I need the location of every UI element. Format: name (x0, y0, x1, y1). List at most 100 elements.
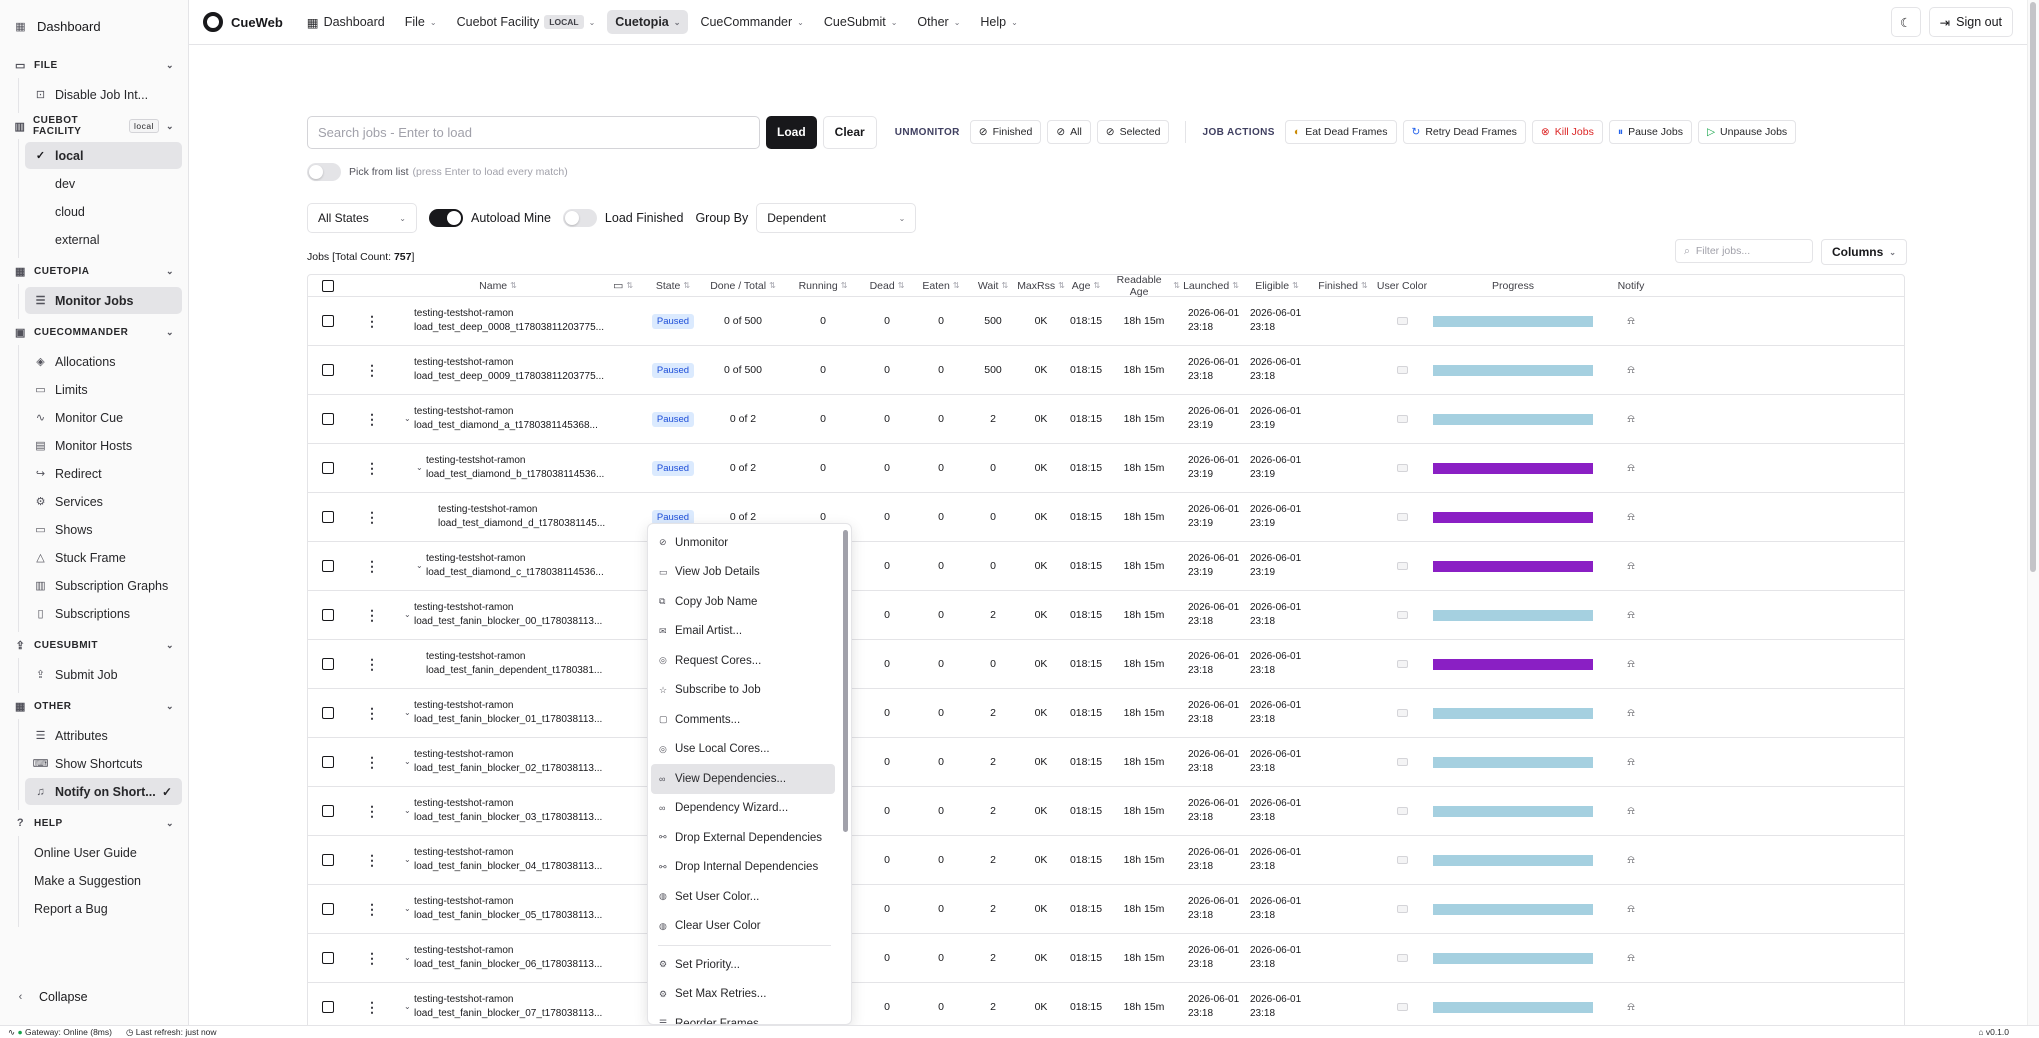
job-name-cell[interactable]: ⌄ testing-testshot-ramon load_test_diamond… (396, 552, 604, 580)
sidebar-section-help[interactable]: ? HELP ⌄ (0, 810, 188, 836)
row-checkbox[interactable] (322, 364, 334, 376)
column-header-eligible[interactable]: Eligible ⇅ (1242, 280, 1312, 292)
sidebar-item-redirect[interactable]: ↪ Redirect (25, 460, 182, 487)
chevron-down-icon[interactable]: ⌄ (416, 559, 426, 573)
table-row[interactable]: ⋮ ⌄ testing-testshot-ramon load_test_diamon… (308, 542, 1904, 591)
sidebar-item-attributes[interactable]: ☰ Attributes (25, 722, 182, 749)
context-menu-item-dependency-wizard[interactable]: ∞ Dependency Wizard... (651, 794, 835, 824)
bell-icon[interactable]: ⍾ (1627, 854, 1634, 867)
column-header-finished[interactable]: Finished ⇅ (1312, 280, 1374, 292)
column-header-running[interactable]: Running ⇅ (786, 280, 860, 292)
context-menu-item-reorder-frames[interactable]: ☰ Reorder Frames... (651, 1009, 835, 1024)
bell-icon[interactable]: ⍾ (1627, 413, 1634, 426)
sidebar-item-submit-job[interactable]: ⇪ Submit Job (25, 661, 182, 688)
load-finished-toggle[interactable] (562, 209, 597, 227)
bell-icon[interactable]: ⍾ (1627, 462, 1634, 475)
job-name-cell[interactable]: testing-testshot-ramon load_test_diamond_… (396, 503, 605, 531)
unmonitor-finished-button[interactable]: ⊘ Finished (969, 120, 1042, 144)
bell-icon[interactable]: ⍾ (1627, 805, 1634, 818)
chevron-down-icon[interactable]: ⌄ (404, 853, 414, 867)
job-name-cell[interactable]: testing-testshot-ramon load_test_deep_000… (396, 356, 604, 384)
user-color-swatch[interactable] (1396, 856, 1408, 864)
user-color-swatch[interactable] (1396, 464, 1408, 472)
sign-out-button[interactable]: ⇥ Sign out (1928, 7, 2013, 37)
filter-jobs-input[interactable]: ⌕ Filter jobs... (1674, 239, 1813, 263)
context-menu-item-request-cores[interactable]: ◎ Request Cores... (651, 646, 835, 676)
context-menu-item-view-dependencies[interactable]: ∞ View Dependencies... (651, 764, 835, 794)
user-color-swatch[interactable] (1396, 562, 1408, 570)
job-name-cell[interactable]: ⌄ testing-testshot-ramon load_test_diamond… (396, 405, 600, 433)
table-row[interactable]: ⋮ ⌄ testing-testshot-ramon load_test_fanin_… (308, 836, 1904, 885)
job-name-cell[interactable]: ⌄ testing-testshot-ramon load_test_fanin_b… (396, 748, 602, 776)
bell-icon[interactable]: ⍾ (1627, 707, 1634, 720)
row-checkbox[interactable] (322, 462, 334, 474)
bell-icon[interactable]: ⍾ (1627, 609, 1634, 622)
sidebar-item-shows[interactable]: ▭ Shows (25, 516, 182, 543)
page-scrollbar-thumb[interactable] (2030, 2, 2036, 572)
kebab-menu-icon[interactable]: ⋮ (365, 852, 379, 869)
row-checkbox[interactable] (322, 560, 334, 572)
context-menu-item-subscribe-to-job[interactable]: ☆ Subscribe to Job (651, 676, 835, 706)
app-logo[interactable]: CueWeb (203, 12, 283, 32)
column-header-state[interactable]: State ⇅ (646, 280, 700, 292)
nav-cuetopia[interactable]: Cuetopia ⌄ (607, 10, 689, 34)
nav-cuebot-facility[interactable]: Cuebot Facility LOCAL ⌄ (449, 10, 604, 34)
kebab-menu-icon[interactable]: ⋮ (365, 803, 379, 820)
job-name-cell[interactable]: ⌄ testing-testshot-ramon load_test_fanin_b… (396, 895, 602, 923)
bell-icon[interactable]: ⍾ (1627, 560, 1634, 573)
table-row[interactable]: ⋮ testing-testshot-ramon load_test_deep_00… (308, 297, 1904, 346)
user-color-swatch[interactable] (1396, 611, 1408, 619)
clear-button[interactable]: Clear (822, 115, 877, 149)
nav-cuecommander[interactable]: CueCommander ⌄ (692, 10, 811, 34)
chevron-down-icon[interactable]: ⌄ (416, 461, 426, 475)
row-checkbox[interactable] (322, 315, 334, 327)
table-row[interactable]: ⋮ testing-testshot-ramon load_test_fanin_d… (308, 640, 1904, 689)
sidebar-item-make-a-suggestion[interactable]: Make a Suggestion (25, 867, 182, 894)
theme-toggle-button[interactable]: ☾ (1890, 7, 1921, 37)
bell-icon[interactable]: ⍾ (1627, 1001, 1634, 1014)
sidebar-section-cuebot-facility[interactable]: ▥ CUEBOT FACILITY local ⌄ (0, 113, 188, 139)
row-checkbox[interactable] (322, 658, 334, 670)
sidebar-section-cuetopia[interactable]: ▦ CUETOPIA ⌄ (0, 258, 188, 284)
column-header-maxrss[interactable]: MaxRss ⇅ (1017, 280, 1065, 292)
context-menu-item-comments[interactable]: ▢ Comments... (651, 705, 835, 735)
nav-file[interactable]: File ⌄ (397, 10, 445, 34)
bell-icon[interactable]: ⍾ (1627, 903, 1634, 916)
context-menu-item-use-local-cores[interactable]: ◎ Use Local Cores... (651, 735, 835, 765)
table-row[interactable]: ⋮ testing-testshot-ramon load_test_diamond… (308, 493, 1904, 542)
user-color-swatch[interactable] (1396, 1003, 1408, 1011)
sidebar-item-show-shortcuts[interactable]: ⌨ Show Shortcuts (25, 750, 182, 777)
job-name-cell[interactable]: ⌄ testing-testshot-ramon load_test_fanin_b… (396, 846, 602, 874)
chevron-down-icon[interactable]: ⌄ (404, 706, 414, 720)
sidebar-item-notify-on-short[interactable]: ♫ Notify on Short... ✓ (25, 778, 182, 805)
kebab-menu-icon[interactable]: ⋮ (365, 607, 379, 624)
column-header-notify[interactable]: Notify (1596, 280, 1666, 292)
context-menu-item-set-max-retries[interactable]: ⚙ Set Max Retries... (651, 980, 835, 1010)
bell-icon[interactable]: ⍾ (1627, 364, 1634, 377)
context-menu-item-set-user-color[interactable]: ◍ Set User Color... (651, 882, 835, 912)
user-color-swatch[interactable] (1396, 709, 1408, 717)
context-menu-scrollbar[interactable] (843, 530, 848, 832)
unmonitor-all-button[interactable]: ⊘ All (1047, 120, 1091, 144)
table-row[interactable]: ⋮ ⌄ testing-testshot-ramon load_test_fanin_… (308, 738, 1904, 787)
table-row[interactable]: ⋮ ⌄ testing-testshot-ramon load_test_diamon… (308, 444, 1904, 493)
sidebar-item-services[interactable]: ⚙ Services (25, 488, 182, 515)
job-name-cell[interactable]: ⌄ testing-testshot-ramon load_test_fanin_b… (396, 944, 602, 972)
sidebar-item-subscriptions[interactable]: ▯ Subscriptions (25, 600, 182, 627)
user-color-swatch[interactable] (1396, 513, 1408, 521)
column-header-user-color[interactable]: User Color (1374, 280, 1430, 292)
column-header-launched[interactable]: Launched ⇅ (1180, 280, 1242, 292)
context-menu-item-clear-user-color[interactable]: ◍ Clear User Color (651, 912, 835, 942)
job-name-cell[interactable]: ⌄ testing-testshot-ramon load_test_fanin_b… (396, 699, 602, 727)
user-color-swatch[interactable] (1396, 660, 1408, 668)
sidebar-item-dev[interactable]: dev (25, 170, 182, 197)
nav-other[interactable]: Other ⌄ (909, 10, 968, 34)
unmonitor-selected-button[interactable]: ⊘ Selected (1096, 120, 1170, 144)
job-name-cell[interactable]: ⌄ testing-testshot-ramon load_test_diamond… (396, 454, 604, 482)
sidebar-item-monitor-jobs[interactable]: ☰ Monitor Jobs (25, 287, 182, 314)
user-color-swatch[interactable] (1396, 954, 1408, 962)
sidebar-section-cuecommander[interactable]: ▣ CUECOMMANDER ⌄ (0, 319, 188, 345)
kebab-menu-icon[interactable]: ⋮ (365, 999, 379, 1016)
context-menu-item-drop-internal-dependencies[interactable]: ⚯ Drop Internal Dependencies (651, 853, 835, 883)
group-by-select[interactable]: Dependent ⌄ (756, 203, 917, 233)
